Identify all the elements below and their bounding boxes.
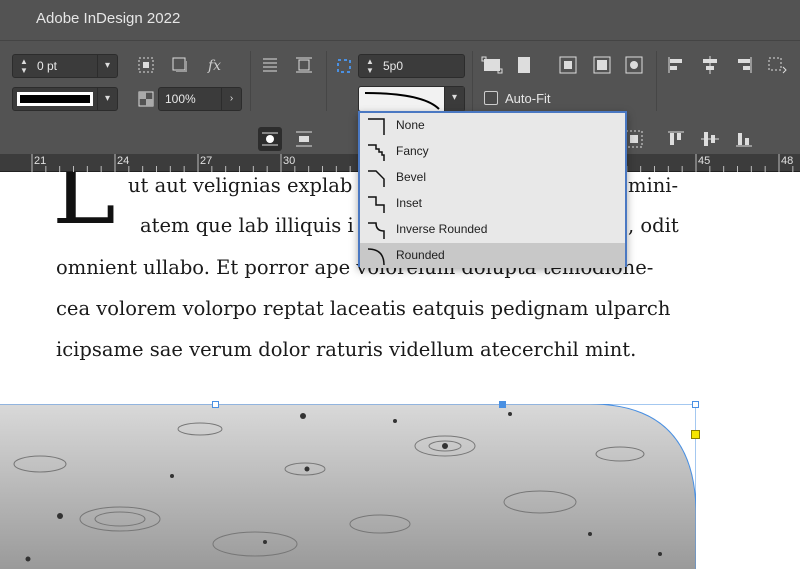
image-frame[interactable] — [0, 401, 700, 569]
ruler-label: 21 — [34, 155, 47, 167]
text-line[interactable]: mini- — [628, 174, 678, 197]
corner-menu-item-label: Inset — [396, 196, 423, 210]
stroke-weight-field[interactable]: ▲ ▼ 0 pt ▾ — [12, 54, 118, 78]
corner-size-value: 5p0 — [383, 59, 404, 73]
stroke-weight-stepper[interactable]: ▲ ▼ — [17, 57, 31, 75]
corner-menu-item-label: Inverse Rounded — [396, 222, 488, 236]
fit-content-frame-icon[interactable] — [480, 53, 504, 77]
ruler-label: 48 — [781, 155, 794, 167]
center-content-icon[interactable] — [556, 53, 580, 77]
frame-center-handle[interactable] — [499, 401, 506, 408]
align-vertical-centers-icon[interactable] — [698, 127, 722, 151]
title-bar: Adobe InDesign 2022 — [0, 0, 800, 40]
autofit-label: Auto-Fit — [505, 91, 551, 106]
corner-menu-item-label: None — [396, 118, 425, 132]
opacity-icon — [134, 87, 158, 111]
opacity-value: 100% — [165, 92, 196, 106]
opacity-field[interactable]: 100% › — [158, 87, 242, 111]
corner-size-field[interactable]: ▲ ▼ 5p0 — [358, 54, 465, 78]
corner-menu-item-rounded[interactable]: Rounded — [360, 243, 625, 268]
drop-shadow-icon[interactable] — [168, 53, 192, 77]
stroke-weight-dropdown-icon[interactable]: ▾ — [97, 55, 117, 77]
ruler-label: 27 — [200, 155, 213, 167]
live-corner-handle[interactable] — [691, 430, 700, 439]
stroke-type-dropdown[interactable]: ▾ — [12, 87, 118, 111]
stroke-type-chevron-icon[interactable]: ▾ — [97, 88, 117, 110]
corner-fancy-icon — [368, 144, 385, 161]
text-wrap-bounding-icon[interactable] — [292, 53, 316, 77]
corner-rounded-icon — [367, 248, 385, 266]
corner-options-icon[interactable] — [332, 54, 356, 78]
svg-text:fx: fx — [207, 58, 221, 74]
align-to-selection-icon[interactable] — [764, 53, 788, 77]
text-line[interactable]: icipsame sae verum dolor raturis videllu… — [56, 338, 636, 361]
frame-handle-top-right[interactable] — [692, 401, 699, 408]
corner-menu-item-fancy[interactable]: Fancy — [360, 139, 625, 164]
text-wrap-object-icon[interactable] — [258, 127, 282, 151]
align-bottom-edges-icon[interactable] — [732, 127, 756, 151]
autofit-checkbox[interactable] — [484, 91, 498, 105]
corner-shape-chevron-icon[interactable]: ▾ — [444, 87, 464, 111]
fill-frame-icon[interactable] — [590, 53, 614, 77]
corner-inverse-rounded-icon — [368, 222, 385, 239]
text-line[interactable]: , odit — [628, 214, 679, 237]
corner-menu-item-label: Rounded — [396, 248, 445, 262]
corner-none-icon — [368, 118, 385, 135]
ruler-label: 24 — [117, 155, 130, 167]
drop-cap: L — [52, 172, 116, 246]
align-left-edges-icon[interactable] — [664, 53, 688, 77]
align-right-edges-icon[interactable] — [732, 53, 756, 77]
text-wrap-jump-icon[interactable] — [292, 127, 316, 151]
corner-shape-preview-icon — [364, 92, 440, 110]
content-aware-fit-icon[interactable] — [622, 53, 646, 77]
rain-water-image — [0, 404, 696, 569]
corner-menu-item-none[interactable]: None — [360, 113, 625, 138]
ruler-label: 45 — [698, 155, 711, 167]
frame-handle-top-middle[interactable] — [212, 401, 219, 408]
corner-bevel-icon — [368, 170, 385, 187]
corner-menu-item-label: Bevel — [396, 170, 427, 184]
opacity-arrow-icon[interactable]: › — [221, 88, 241, 110]
corner-size-stepper[interactable]: ▲ ▼ — [363, 57, 377, 75]
effects-fx-icon[interactable]: fx — [204, 53, 228, 77]
ruler-label: 30 — [283, 155, 296, 167]
corner-shape-menu: None Fancy Bevel Inset Inverse Rounded R… — [358, 111, 627, 268]
corner-inset-icon — [368, 196, 385, 213]
corner-menu-item-inset[interactable]: Inset — [360, 191, 625, 216]
fit-frame-content-icon[interactable] — [512, 53, 536, 77]
corner-menu-item-bevel[interactable]: Bevel — [360, 165, 625, 190]
corner-menu-item-label: Fancy — [396, 144, 429, 158]
text-wrap-none-icon[interactable] — [258, 53, 282, 77]
frame-fitting-icon[interactable] — [134, 53, 158, 77]
corner-menu-item-inverse-rounded[interactable]: Inverse Rounded — [360, 217, 625, 242]
stroke-weight-value: 0 pt — [37, 59, 58, 73]
text-line[interactable]: cea volorem volorpo reptat laceatis eatq… — [56, 297, 670, 320]
text-line[interactable]: ut aut velignias explab — [128, 174, 352, 197]
align-horizontal-centers-icon[interactable] — [698, 53, 722, 77]
align-top-edges-icon[interactable] — [664, 127, 688, 151]
app-title: Adobe InDesign 2022 — [36, 10, 181, 27]
corner-shape-dropdown[interactable]: ▾ — [358, 86, 465, 112]
text-line[interactable]: atem que lab illiquis i — [140, 214, 354, 237]
